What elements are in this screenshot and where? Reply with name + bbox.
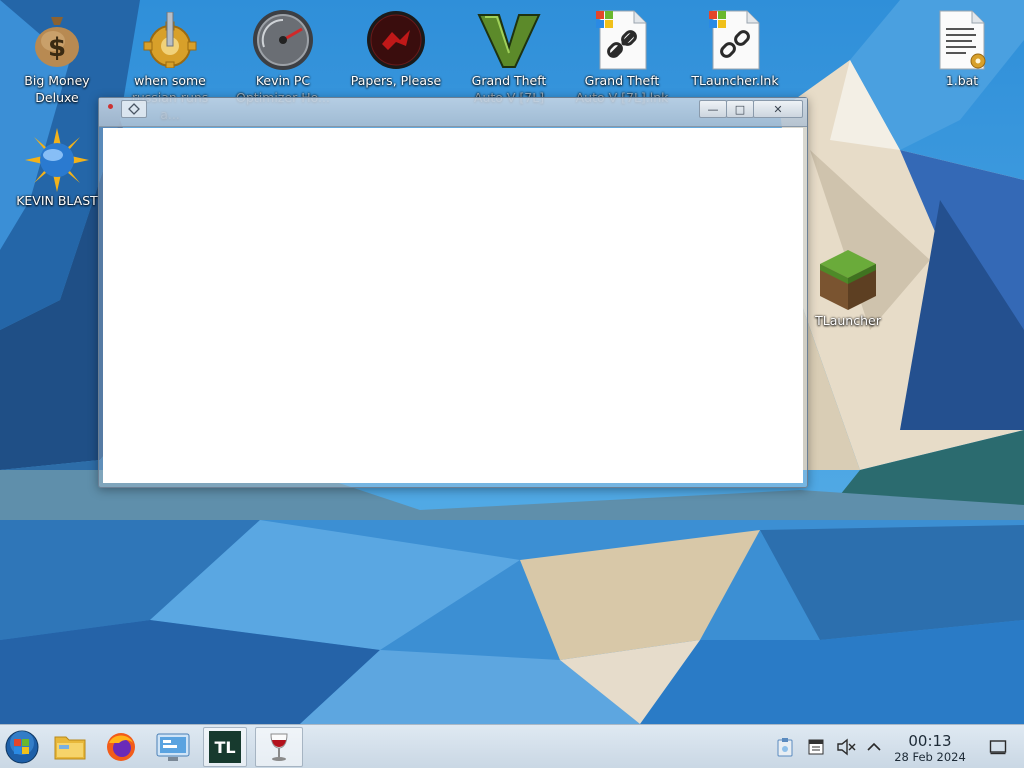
desktop-icon-one-bat[interactable]: 1.bat (914, 8, 1010, 89)
gta-v-logo-icon (477, 8, 541, 72)
show-desktop-button[interactable] (986, 735, 1010, 759)
gear-lever-icon (138, 8, 202, 72)
clipboard-icon (777, 738, 793, 757)
desktop-icon-tlauncher-lnk[interactable]: TLauncher.lnk (687, 8, 783, 89)
maximize-button[interactable]: □ (726, 100, 754, 118)
shortcut-link-icon (590, 8, 654, 72)
taskbar-file-manager[interactable] (48, 727, 92, 767)
window-app-icon (108, 104, 113, 109)
desktop-icon-label: when some (134, 73, 206, 88)
desktop-icon-label: Big Money Deluxe (24, 73, 90, 105)
show-desktop-icon (989, 740, 1007, 755)
tlauncher-icon-text: TL (214, 737, 236, 757)
taskbar-control-panel[interactable] (151, 727, 195, 767)
taskbar-firefox[interactable] (99, 727, 143, 767)
window-titlebar[interactable]: — □ ✕ (99, 98, 807, 127)
control-panel-icon (156, 733, 190, 761)
start-button[interactable] (0, 727, 44, 767)
sun-globe-icon (25, 128, 89, 192)
desktop-icon-label: TLauncher.lnk (691, 73, 779, 88)
tray-notes[interactable] (804, 735, 828, 759)
tray-show-hidden-icons[interactable] (862, 735, 886, 759)
minimize-button[interactable]: — (699, 100, 727, 118)
tray-clipboard[interactable] (773, 735, 797, 759)
desktop-icon-tlauncher[interactable]: TLauncher (800, 248, 896, 329)
desktop-icon-big-money-deluxe[interactable]: $ Big Money Deluxe (9, 8, 105, 106)
speaker-muted-icon (837, 738, 856, 756)
desktop-icon-kevin-pc[interactable]: Kevin PC Optimizer Ho... (235, 8, 331, 106)
notes-icon (808, 739, 824, 755)
window-client-area[interactable] (103, 128, 803, 483)
clock-time: 00:13 (908, 732, 952, 750)
desktop-icon-label: TLauncher (815, 313, 881, 328)
money-bag-icon: $ (25, 8, 89, 72)
desktop-icon-label: KEVIN BLAST (16, 193, 98, 208)
taskbar: TL 00:13 28 Feb 2024 (0, 724, 1024, 768)
tlauncher-icon: TL (209, 731, 241, 763)
blank-window[interactable]: — □ ✕ (98, 97, 808, 488)
papers-please-emblem-icon (364, 8, 428, 72)
window-menu-icon (128, 103, 140, 115)
windows-start-icon (5, 730, 39, 764)
desktop-icon-gta-v[interactable]: Grand Theft Auto V [7L] (461, 8, 557, 106)
tray-volume[interactable] (834, 735, 858, 759)
wine-glass-icon (270, 733, 288, 761)
desktop-icon-label: Papers, Please (350, 73, 442, 88)
clock-date: 28 Feb 2024 (894, 750, 966, 764)
desktop-icon-kevin-blast[interactable]: KEVIN BLAST (9, 128, 105, 209)
desktop-icon-label: Kevin PC (255, 73, 311, 88)
window-menu-button[interactable] (121, 100, 147, 118)
firefox-icon (107, 733, 135, 761)
grass-block-icon (816, 248, 880, 312)
batch-file-icon (930, 8, 994, 72)
close-button[interactable]: ✕ (753, 100, 803, 118)
folder-icon (54, 736, 86, 760)
desktop-icon-label: Grand Theft (584, 73, 660, 88)
chevron-up-icon (867, 742, 881, 751)
svg-text:$: $ (48, 33, 66, 63)
taskbar-clock[interactable]: 00:13 28 Feb 2024 (884, 732, 976, 765)
gauge-icon (251, 8, 315, 72)
desktop-icon-label: 1.bat (945, 73, 979, 88)
desktop-icon-gta-v-lnk[interactable]: Grand Theft Auto V [7L].lnk (574, 8, 670, 106)
taskbar-tlauncher[interactable]: TL (203, 727, 247, 767)
desktop-icon-label: Grand Theft (471, 73, 547, 88)
shortcut-link-icon (703, 8, 767, 72)
desktop-icon-papers-please[interactable]: Papers, Please (348, 8, 444, 89)
taskbar-wine[interactable] (255, 727, 303, 767)
